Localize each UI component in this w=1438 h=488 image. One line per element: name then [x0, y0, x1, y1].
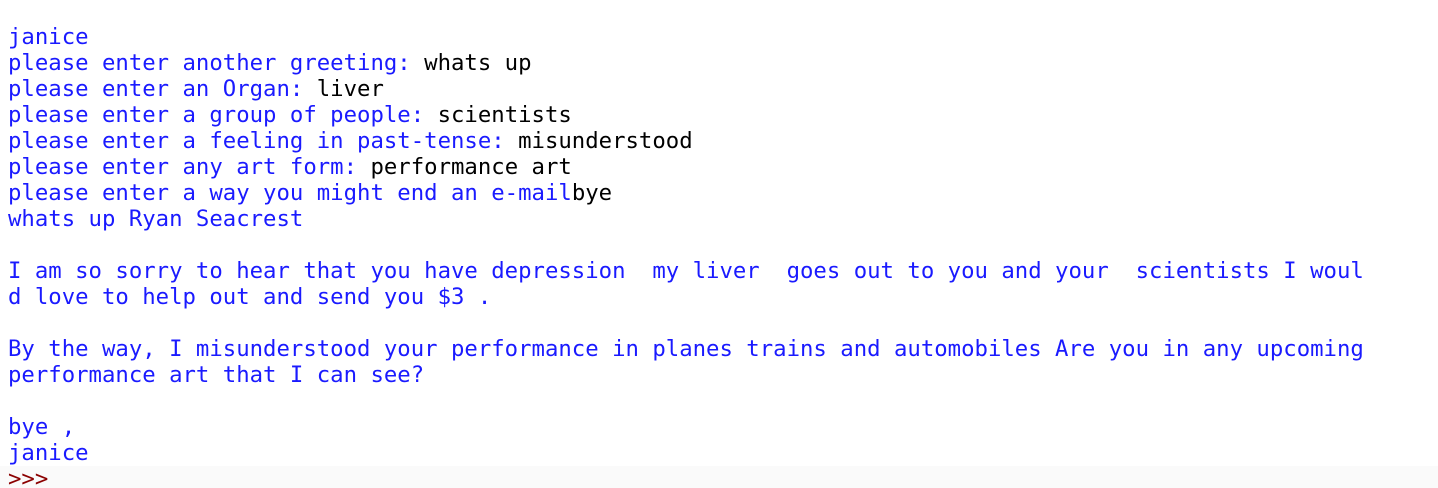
shell-prompt-line[interactable]: >>>	[8, 466, 48, 488]
program-output: please enter any art form:	[8, 154, 371, 180]
output-line: performance art that I can see?	[8, 362, 1438, 388]
output-line: whats up Ryan Seacrest	[8, 206, 1438, 232]
output-line: bye ,	[8, 414, 1438, 440]
prompt-line-art-form: please enter any art form: performance a…	[8, 154, 1438, 180]
user-input: liver	[316, 76, 384, 102]
program-output: janice	[8, 24, 89, 50]
output-line: janice	[8, 24, 1438, 50]
python-shell-output[interactable]: janice please enter another greeting: wh…	[0, 0, 1438, 488]
output-line: By the way, I misunderstood your perform…	[8, 336, 1438, 362]
program-output: I am so sorry to hear that you have depr…	[8, 258, 1364, 284]
shell-prompt: >>>	[8, 466, 49, 488]
program-output: please enter another greeting:	[8, 50, 425, 76]
prompt-line-feeling: please enter a feeling in past-tense: mi…	[8, 128, 1438, 154]
current-input-band[interactable]	[0, 466, 1438, 488]
prompt-line-email-end: please enter a way you might end an e-ma…	[8, 180, 1438, 206]
user-input: performance art	[370, 154, 572, 180]
program-output: d love to help out and send you $3 .	[8, 284, 492, 310]
program-output: bye ,	[8, 414, 76, 440]
prompt-line-greeting: please enter another greeting: whats up	[8, 50, 1438, 76]
output-line: I am so sorry to hear that you have depr…	[8, 258, 1438, 284]
prompt-line-organ: please enter an Organ: liver	[8, 76, 1438, 102]
program-output: please enter a way you might end an e-ma…	[8, 180, 572, 206]
program-output: please enter a feeling in past-tense:	[8, 128, 519, 154]
user-input: bye	[571, 180, 613, 206]
prompt-line-group: please enter a group of people: scientis…	[8, 102, 1438, 128]
user-input: scientists	[437, 102, 572, 128]
program-output: janice	[8, 440, 89, 466]
program-output: whats up Ryan Seacrest	[8, 206, 304, 232]
output-line: d love to help out and send you $3 .	[8, 284, 1438, 310]
program-output: By the way, I misunderstood your perform…	[8, 336, 1364, 362]
user-input: whats up	[424, 50, 532, 76]
program-output: please enter an Organ:	[8, 76, 317, 102]
program-output: performance art that I can see?	[8, 362, 425, 388]
output-line: janice	[8, 440, 1438, 466]
program-output: please enter a group of people:	[8, 102, 438, 128]
user-input: misunderstood	[518, 128, 693, 154]
